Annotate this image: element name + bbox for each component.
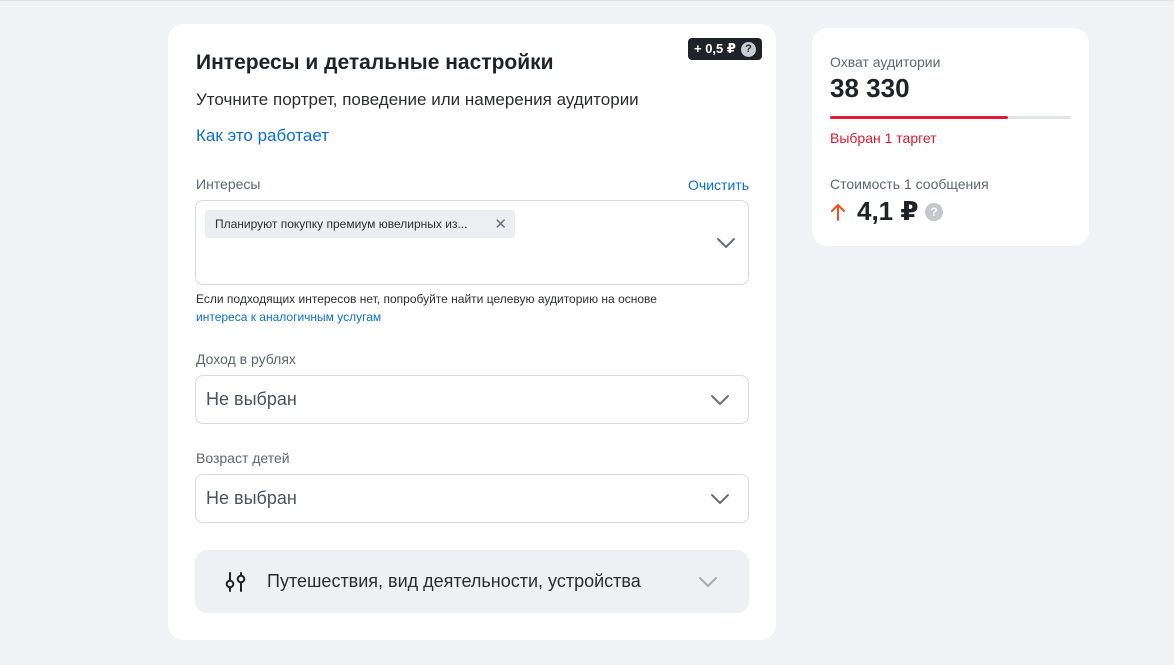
income-label: Доход в рублях [196,351,296,367]
children-age-select-value: Не выбран [206,488,297,508]
top-divider [0,0,1174,1]
reach-progress-bar [830,116,1071,119]
children-age-label: Возраст детей [196,450,290,466]
clear-interests-link[interactable]: Очистить [688,177,749,193]
reach-status: Выбран 1 таргет [830,130,937,146]
hint-text: Если подходящих интересов нет, попробуйт… [196,292,657,306]
chevron-down-icon [710,489,730,509]
targeting-card: + 0,5 ₽ ? Интересы и детальные настройки… [168,24,776,640]
similar-services-link[interactable]: интереса к аналогичным услугам [196,308,657,326]
audience-summary-card: Охват аудитории 38 330 Выбран 1 таргет С… [812,28,1089,246]
interest-chip-label: Планируют покупку премиум ювелирных из..… [215,217,468,231]
more-settings-expander[interactable]: Путешествия, вид деятельности, устройств… [195,550,749,613]
income-select-value: Не выбран [206,389,297,409]
cost-label: Стоимость 1 сообщения [830,176,989,192]
section-subtitle: Уточните портрет, поведение или намерени… [196,90,639,109]
price-badge: + 0,5 ₽ ? [688,38,762,60]
income-select[interactable]: Не выбран [195,375,749,424]
reach-label: Охват аудитории [830,54,941,70]
help-icon[interactable]: ? [925,203,943,221]
remove-chip-icon[interactable]: ✕ [494,217,507,232]
arrow-up-icon [830,202,846,222]
interests-hint: Если подходящих интересов нет, попробуйт… [196,290,657,326]
section-title: Интересы и детальные настройки [196,51,554,74]
children-age-select[interactable]: Не выбран [195,474,749,523]
interests-multiselect[interactable]: Планируют покупку премиум ювелирных из..… [195,200,749,285]
more-settings-label: Путешествия, вид деятельности, устройств… [267,571,641,591]
chevron-down-icon [710,390,730,410]
chevron-down-icon[interactable] [716,233,736,253]
cost-value: 4,1 ₽ [857,196,919,226]
reach-progress-fill [830,116,1009,119]
how-it-works-link[interactable]: Как это работает [196,126,329,146]
chevron-down-icon [698,572,718,592]
interests-label: Интересы [196,176,261,192]
interest-chip: Планируют покупку премиум ювелирных из..… [205,210,515,238]
help-icon[interactable]: ? [740,41,756,57]
sliders-icon [225,571,247,593]
reach-value: 38 330 [830,73,910,103]
price-badge-text: + 0,5 ₽ [694,41,736,56]
